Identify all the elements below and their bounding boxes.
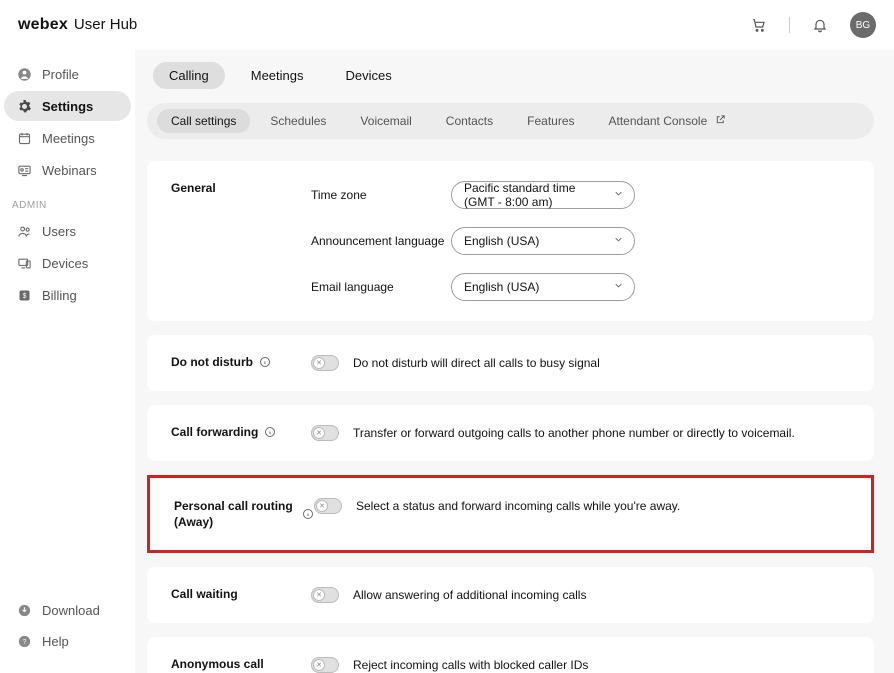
- call-waiting-card: Call waiting ✕ Allow answering of additi…: [147, 567, 874, 623]
- time-zone-label: Time zone: [311, 188, 451, 202]
- email-lang-label: Email language: [311, 280, 451, 294]
- external-link-icon: [715, 114, 726, 128]
- anon-reject-title: Anonymous call rejection: [171, 657, 311, 673]
- call-forwarding-title: Call forwarding: [171, 425, 311, 439]
- sidebar-item-devices[interactable]: Devices: [4, 248, 131, 278]
- profile-icon: [16, 66, 32, 82]
- sidebar-item-profile[interactable]: Profile: [4, 59, 131, 89]
- personal-routing-desc: Select a status and forward incoming cal…: [356, 499, 680, 513]
- top-tabs: Calling Meetings Devices: [147, 62, 874, 89]
- chevron-down-icon: [613, 280, 624, 294]
- sidebar-item-help[interactable]: ? Help: [4, 626, 131, 656]
- call-waiting-desc: Allow answering of additional incoming c…: [353, 588, 586, 602]
- sidebar-item-label: Profile: [42, 67, 79, 82]
- subtab-features[interactable]: Features: [513, 109, 588, 133]
- help-icon: ?: [16, 633, 32, 649]
- toggle-knob: ✕: [313, 659, 325, 671]
- tab-meetings[interactable]: Meetings: [235, 62, 320, 89]
- logo: webex User Hub: [18, 16, 137, 34]
- sidebar-item-settings[interactable]: Settings: [4, 91, 131, 121]
- webinar-icon: [16, 162, 32, 178]
- cart-icon[interactable]: [751, 17, 767, 33]
- main-content: Calling Meetings Devices Call settings S…: [135, 50, 894, 673]
- app-header: webex User Hub BG: [0, 0, 894, 50]
- sidebar-item-billing[interactable]: $ Billing: [4, 280, 131, 310]
- anon-reject-toggle[interactable]: ✕: [311, 657, 339, 673]
- personal-routing-card: Personal call routing (Away) ✕ Select a …: [147, 475, 874, 553]
- info-icon[interactable]: [302, 508, 314, 520]
- tab-devices[interactable]: Devices: [330, 62, 408, 89]
- sidebar-item-label: Webinars: [42, 163, 97, 178]
- dnd-card: Do not disturb ✕ Do not disturb will dir…: [147, 335, 874, 391]
- time-zone-select[interactable]: Pacific standard time (GMT - 8:00 am): [451, 181, 635, 209]
- subtab-label: Attendant Console: [609, 114, 708, 128]
- sidebar-item-label: Settings: [42, 99, 93, 114]
- subtab-schedules[interactable]: Schedules: [256, 109, 340, 133]
- svg-text:$: $: [22, 293, 26, 300]
- personal-routing-title: Personal call routing (Away): [174, 498, 314, 530]
- info-icon[interactable]: [264, 426, 276, 438]
- sidebar-item-label: Users: [42, 224, 76, 239]
- announcement-lang-select[interactable]: English (USA): [451, 227, 635, 255]
- dnd-title-text: Do not disturb: [171, 355, 253, 369]
- devices-icon: [16, 255, 32, 271]
- sub-tabs: Call settings Schedules Voicemail Contac…: [147, 103, 874, 139]
- users-icon: [16, 223, 32, 239]
- general-title: General: [171, 181, 311, 195]
- sidebar-item-label: Billing: [42, 288, 77, 303]
- announcement-lang-value: English (USA): [464, 234, 539, 248]
- admin-section-label: ADMIN: [0, 186, 135, 215]
- sidebar-item-users[interactable]: Users: [4, 216, 131, 246]
- info-icon[interactable]: [259, 356, 271, 368]
- personal-routing-title-text: Personal call routing (Away): [174, 498, 296, 530]
- sidebar-item-label: Help: [42, 634, 69, 649]
- call-forwarding-card: Call forwarding ✕ Transfer or forward ou…: [147, 405, 874, 461]
- sidebar-item-label: Meetings: [42, 131, 95, 146]
- tab-calling[interactable]: Calling: [153, 62, 225, 89]
- subtab-contacts[interactable]: Contacts: [432, 109, 507, 133]
- calendar-icon: [16, 130, 32, 146]
- subtab-attendant-console[interactable]: Attendant Console: [595, 109, 740, 133]
- toggle-knob: ✕: [313, 357, 325, 369]
- time-zone-value: Pacific standard time (GMT - 8:00 am): [464, 181, 606, 209]
- svg-text:?: ?: [22, 639, 26, 646]
- toggle-knob: ✕: [313, 589, 325, 601]
- sidebar-item-label: Download: [42, 603, 100, 618]
- call-forwarding-desc: Transfer or forward outgoing calls to an…: [353, 426, 795, 440]
- toggle-knob: ✕: [313, 427, 325, 439]
- anon-reject-card: Anonymous call rejection ✕ Reject incomi…: [147, 637, 874, 673]
- dnd-title: Do not disturb: [171, 355, 311, 369]
- avatar[interactable]: BG: [850, 12, 876, 38]
- announcement-lang-label: Announcement language: [311, 234, 451, 248]
- logo-product: User Hub: [74, 16, 137, 33]
- billing-icon: $: [16, 287, 32, 303]
- call-forwarding-toggle[interactable]: ✕: [311, 425, 339, 441]
- sidebar-item-download[interactable]: Download: [4, 595, 131, 625]
- call-forwarding-title-text: Call forwarding: [171, 425, 258, 439]
- sidebar: Profile Settings Meetings Webinars: [0, 50, 135, 673]
- email-lang-value: English (USA): [464, 280, 539, 294]
- dnd-toggle[interactable]: ✕: [311, 355, 339, 371]
- chevron-down-icon: [613, 234, 624, 248]
- header-actions: BG: [751, 12, 876, 38]
- toggle-knob: ✕: [316, 500, 328, 512]
- anon-reject-desc: Reject incoming calls with blocked calle…: [353, 658, 588, 672]
- email-lang-select[interactable]: English (USA): [451, 273, 635, 301]
- sidebar-item-label: Devices: [42, 256, 88, 271]
- personal-routing-toggle[interactable]: ✕: [314, 498, 342, 514]
- call-waiting-toggle[interactable]: ✕: [311, 587, 339, 603]
- general-card: General Time zone Pacific standard time …: [147, 161, 874, 321]
- call-waiting-title: Call waiting: [171, 587, 311, 601]
- download-icon: [16, 602, 32, 618]
- subtab-call-settings[interactable]: Call settings: [157, 109, 250, 133]
- logo-brand: webex: [18, 16, 68, 34]
- chevron-down-icon: [613, 188, 624, 202]
- bell-icon[interactable]: [812, 17, 828, 33]
- subtab-voicemail[interactable]: Voicemail: [346, 109, 425, 133]
- dnd-desc: Do not disturb will direct all calls to …: [353, 356, 600, 370]
- sidebar-item-webinars[interactable]: Webinars: [4, 155, 131, 185]
- sidebar-item-meetings[interactable]: Meetings: [4, 123, 131, 153]
- header-divider: [789, 17, 790, 33]
- gear-icon: [16, 98, 32, 114]
